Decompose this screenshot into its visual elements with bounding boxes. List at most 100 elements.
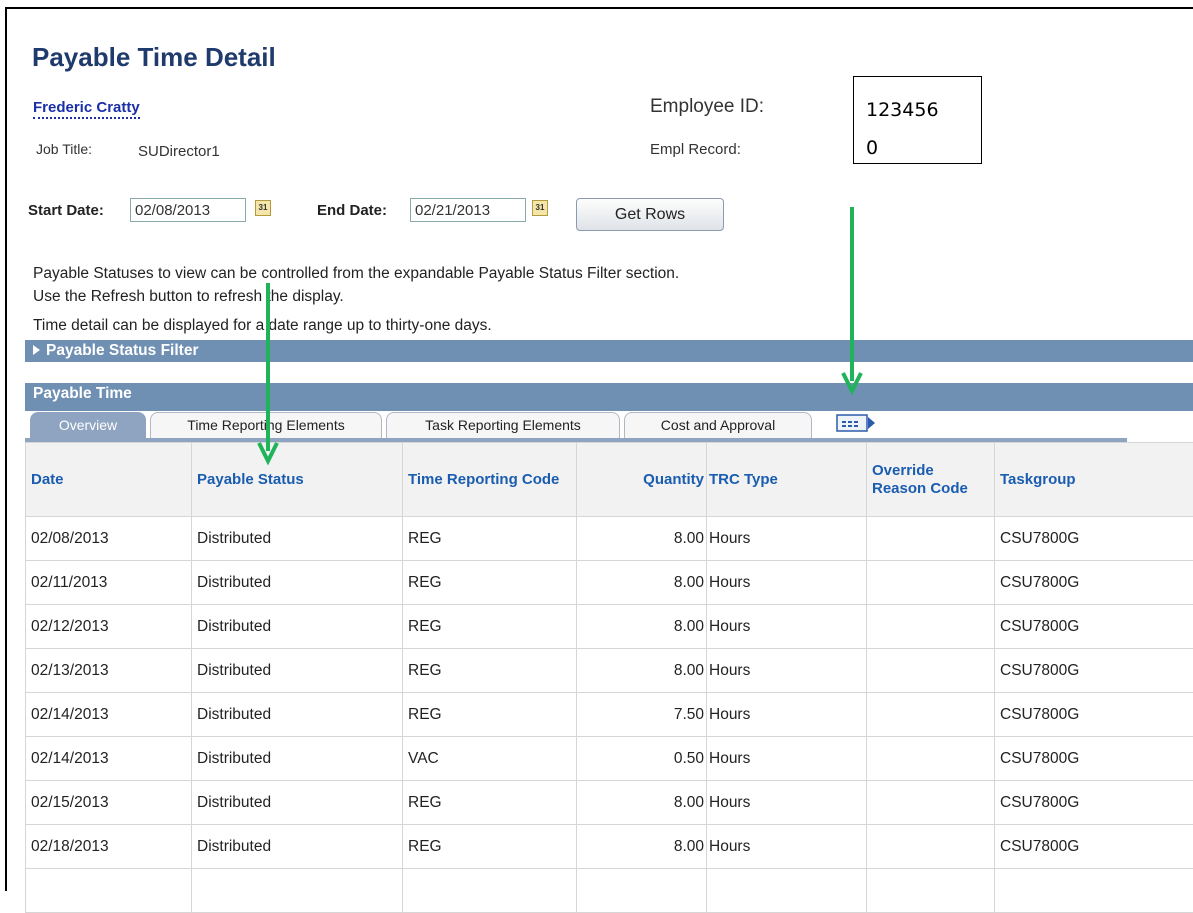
cell-time-reporting-code: REG bbox=[403, 825, 577, 869]
cell-payable-status: Distributed bbox=[192, 649, 403, 693]
cell-date: 02/14/2013 bbox=[26, 737, 192, 781]
table-row[interactable]: 02/13/2013DistributedREG8.00Hours CSU7800… bbox=[26, 649, 1193, 693]
cell-taskgroup: CSU7800G bbox=[995, 649, 1193, 693]
calendar-icon[interactable]: 31 bbox=[255, 200, 271, 216]
get-rows-button[interactable]: Get Rows bbox=[576, 198, 724, 231]
table-row[interactable]: 02/11/2013DistributedREG8.00Hours CSU7800… bbox=[26, 561, 1193, 605]
start-date-input[interactable] bbox=[130, 198, 246, 222]
cell-override-reason-code bbox=[867, 737, 995, 781]
cell-quantity: 8.00 bbox=[577, 825, 707, 869]
cell-time-reporting-code: REG bbox=[403, 693, 577, 737]
cell-quantity: 8.00 bbox=[577, 561, 707, 605]
col-header-override-reason-code[interactable]: Override Reason Code bbox=[867, 443, 995, 517]
cell-taskgroup: CSU7800G bbox=[995, 561, 1193, 605]
cell-date: 02/14/2013 bbox=[26, 693, 192, 737]
cell-quantity: 0.50 bbox=[577, 737, 707, 781]
col-header-time-reporting-code[interactable]: Time Reporting Code bbox=[403, 443, 577, 517]
section-title-payable-time: Payable Time bbox=[33, 385, 132, 402]
cell-trc-type: Hours bbox=[707, 693, 867, 737]
cell-taskgroup: CSU7800G bbox=[995, 605, 1193, 649]
cell-date: 02/13/2013 bbox=[26, 649, 192, 693]
cell-trc-type: Hours bbox=[707, 561, 867, 605]
cell-taskgroup: CSU7800G bbox=[995, 825, 1193, 869]
cell-date: 02/11/2013 bbox=[26, 561, 192, 605]
cell-override-reason-code bbox=[867, 561, 995, 605]
cell-quantity: 8.00 bbox=[577, 605, 707, 649]
arrow-down-icon bbox=[256, 283, 280, 468]
start-date-label: Start Date: bbox=[28, 202, 104, 219]
job-title-value: SUDirector1 bbox=[138, 143, 220, 160]
table-header-row: Date Payable Status Time Reporting Code … bbox=[26, 443, 1193, 517]
cell-date: 02/18/2013 bbox=[26, 825, 192, 869]
col-header-taskgroup[interactable]: Taskgroup bbox=[995, 443, 1193, 517]
cell-override-reason-code bbox=[867, 693, 995, 737]
tab-overview[interactable]: Overview bbox=[30, 412, 146, 438]
end-date-label: End Date: bbox=[317, 202, 387, 219]
cell-override-reason-code bbox=[867, 517, 995, 561]
cell-payable-status: Distributed bbox=[192, 737, 403, 781]
table-row[interactable]: 02/14/2013DistributedREG7.50Hours CSU7800… bbox=[26, 693, 1193, 737]
cell-override-reason-code bbox=[867, 825, 995, 869]
cell-date: 02/08/2013 bbox=[26, 517, 192, 561]
col-header-payable-status[interactable]: Payable Status bbox=[192, 443, 403, 517]
cell-taskgroup: CSU7800G bbox=[995, 693, 1193, 737]
cell-time-reporting-code: REG bbox=[403, 561, 577, 605]
show-all-columns-icon[interactable] bbox=[836, 414, 876, 432]
cell-quantity: 8.00 bbox=[577, 649, 707, 693]
tab-task-reporting-elements[interactable]: Task Reporting Elements bbox=[386, 412, 620, 438]
col-header-trc-type[interactable]: TRC Type bbox=[707, 443, 867, 517]
calendar-icon[interactable]: 31 bbox=[532, 200, 548, 216]
triangle-right-icon bbox=[33, 345, 40, 355]
table-row[interactable]: 02/08/2013DistributedREG8.00HoursCSU7800… bbox=[26, 517, 1193, 561]
cell-time-reporting-code: REG bbox=[403, 605, 577, 649]
tab-cost-and-approval[interactable]: Cost and Approval bbox=[624, 412, 812, 438]
cell-quantity: 8.00 bbox=[577, 781, 707, 825]
table-row[interactable]: 02/12/2013DistributedREG8.00Hours CSU7800… bbox=[26, 605, 1193, 649]
cell-override-reason-code bbox=[867, 781, 995, 825]
cell-time-reporting-code: REG bbox=[403, 781, 577, 825]
empl-record-label: Empl Record: bbox=[650, 141, 741, 158]
arrow-down-icon bbox=[840, 207, 864, 397]
payable-time-bar: Payable Time bbox=[25, 383, 1193, 411]
table-row[interactable]: 02/15/2013DistributedREG8.00Hours CSU7800… bbox=[26, 781, 1193, 825]
page-title: Payable Time Detail bbox=[32, 42, 276, 73]
info-line-2: Use the Refresh button to refresh the di… bbox=[33, 288, 344, 306]
cell-payable-status: Distributed bbox=[192, 825, 403, 869]
cell-quantity: 8.00 bbox=[577, 517, 707, 561]
job-title-label: Job Title: bbox=[36, 141, 92, 157]
cell-taskgroup: CSU7800G bbox=[995, 517, 1193, 561]
payable-status-filter-bar[interactable]: Payable Status Filter bbox=[25, 340, 1193, 362]
end-date-input[interactable] bbox=[410, 198, 526, 222]
empl-record-value: 0 bbox=[866, 137, 878, 159]
cell-quantity: 7.50 bbox=[577, 693, 707, 737]
col-header-date[interactable]: Date bbox=[26, 443, 192, 517]
col-header-quantity[interactable]: Quantity bbox=[577, 443, 707, 517]
payable-time-grid: Date Payable Status Time Reporting Code … bbox=[25, 442, 1193, 913]
table-row[interactable]: 02/18/2013DistributedREG8.00Hours CSU7800… bbox=[26, 825, 1193, 869]
info-line-1: Payable Statuses to view can be controll… bbox=[33, 265, 679, 283]
cell-time-reporting-code: REG bbox=[403, 649, 577, 693]
employee-id-label: Employee ID: bbox=[650, 96, 764, 118]
cell-trc-type: Hours bbox=[707, 605, 867, 649]
employee-id-value: 123456 bbox=[866, 99, 939, 121]
cell-taskgroup: CSU7800G bbox=[995, 781, 1193, 825]
employee-name-link[interactable]: Frederic Cratty bbox=[33, 99, 140, 119]
cell-date: 02/12/2013 bbox=[26, 605, 192, 649]
cell-payable-status: Distributed bbox=[192, 605, 403, 649]
cell-trc-type: Hours bbox=[707, 737, 867, 781]
cell-time-reporting-code: REG bbox=[403, 517, 577, 561]
cell-trc-type: Hours bbox=[707, 781, 867, 825]
cell-override-reason-code bbox=[867, 605, 995, 649]
cell-trc-type: Hours bbox=[707, 825, 867, 869]
cell-trc-type: Hours bbox=[707, 649, 867, 693]
cell-payable-status: Distributed bbox=[192, 561, 403, 605]
cell-payable-status: Distributed bbox=[192, 781, 403, 825]
cell-payable-status: Distributed bbox=[192, 517, 403, 561]
cell-override-reason-code bbox=[867, 649, 995, 693]
cell-date: 02/15/2013 bbox=[26, 781, 192, 825]
cell-taskgroup: CSU7800G bbox=[995, 737, 1193, 781]
table-row[interactable]: 02/14/2013DistributedVAC0.50HoursCSU7800… bbox=[26, 737, 1193, 781]
section-title-filter: Payable Status Filter bbox=[46, 342, 198, 359]
employee-id-box: 123456 0 bbox=[853, 76, 982, 164]
cell-payable-status: Distributed bbox=[192, 693, 403, 737]
